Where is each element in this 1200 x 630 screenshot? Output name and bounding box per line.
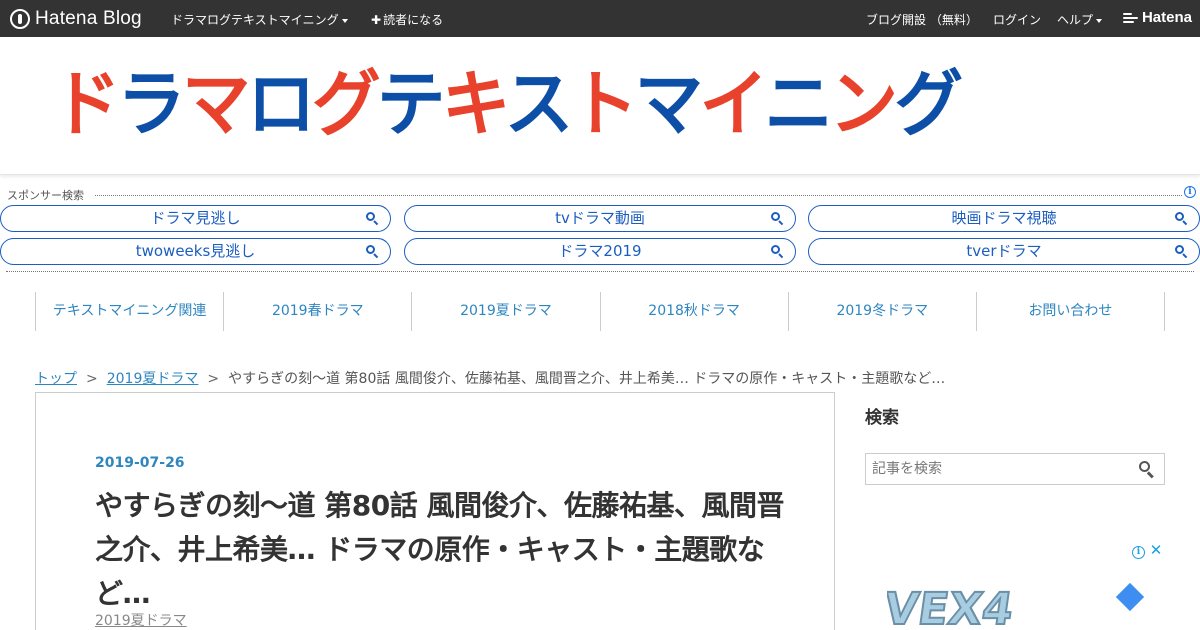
search-icon: [771, 212, 784, 226]
login-link[interactable]: ログイン: [993, 11, 1041, 28]
sponsor-search-link[interactable]: 映画ドラマ視聴: [808, 205, 1200, 232]
banner-title-char: ス: [504, 62, 574, 146]
hatena-mark-icon: [1122, 12, 1138, 24]
banner-title-char: テ: [376, 62, 446, 146]
ad-info-icon[interactable]: i: [1184, 186, 1196, 198]
nav-item-text-mining[interactable]: テキストマイニング関連: [36, 292, 225, 331]
breadcrumb: トップ >2019夏ドラマ > やすらぎの刻～道 第80話 風間俊介、佐藤祐基、風間晋…: [35, 368, 945, 388]
nav-item-2019-spring[interactable]: 2019春ドラマ: [224, 292, 413, 331]
search-icon[interactable]: [1139, 461, 1155, 479]
search-icon: [1175, 212, 1188, 226]
banner-title-char: イ: [699, 62, 768, 146]
banner-title-char: キ: [441, 62, 509, 146]
sponsor-search-label: スポンサー検索: [7, 187, 88, 203]
login-label: ログイン: [993, 13, 1042, 27]
sponsor-search-link[interactable]: tvドラマ動画: [404, 205, 796, 232]
hatena-logo[interactable]: Hatena: [1122, 9, 1192, 26]
help-dropdown[interactable]: ヘルプ: [1057, 11, 1103, 28]
banner-title-char: ロ: [246, 62, 316, 146]
sponsor-search-link[interactable]: tverドラマ: [808, 238, 1200, 265]
banner-title-char: マ: [634, 62, 704, 146]
blog-menu-dropdown[interactable]: ドラマログテキストマイニング: [171, 11, 348, 28]
divider: [95, 195, 1182, 196]
ad-info-icon[interactable]: i: [1132, 546, 1145, 559]
close-icon[interactable]: ✕: [1149, 543, 1163, 558]
breadcrumb-separator: >: [86, 371, 98, 387]
plus-icon: ✚: [371, 13, 382, 27]
blog-menu-label: ドラマログテキストマイニング: [171, 13, 339, 27]
banner-title-char: グ: [311, 62, 381, 146]
sponsor-search-link-label: twoweeks見逃し: [135, 242, 256, 260]
article-date[interactable]: 2019-07-26: [95, 455, 185, 471]
chevron-down-icon: [341, 18, 348, 23]
hatena-blog-logo[interactable]: Hatena Blog: [10, 7, 142, 31]
sidebar-search-form: [865, 453, 1165, 485]
search-icon: [1175, 245, 1188, 259]
sponsor-search-link[interactable]: twoweeks見逃し: [0, 238, 391, 265]
search-icon: [366, 212, 379, 226]
divider: [6, 271, 1194, 272]
ad-brand-text: VEX4: [887, 584, 1016, 630]
subscribe-label: 読者になる: [383, 13, 444, 27]
breadcrumb-category-link[interactable]: 2019夏ドラマ: [107, 371, 199, 387]
article-card: 2019-07-26 やすらぎの刻～道 第80話 風間俊介、佐藤祐基、風間晋之介…: [35, 392, 835, 630]
banner-title-char: マ: [181, 62, 251, 146]
search-icon: [366, 245, 379, 259]
search-icon: [771, 245, 784, 259]
sponsor-search-link-label: ドラマ2019: [558, 242, 642, 260]
ad-brand-logo: VEX4: [887, 583, 1017, 630]
open-blog-link[interactable]: ブログ開設 （無料）: [866, 11, 978, 28]
sponsor-search-link-label: tverドラマ: [966, 242, 1042, 260]
open-blog-label: ブログ開設 （無料）: [866, 13, 978, 27]
hatena-blog-brand-text: Hatena Blog: [35, 8, 142, 29]
help-label: ヘルプ: [1057, 13, 1094, 27]
breadcrumb-top-link[interactable]: トップ: [35, 371, 77, 387]
banner-title-char: ト: [569, 62, 639, 146]
hatena-logo-text: Hatena: [1141, 9, 1192, 26]
sponsor-search-link-label: 映画ドラマ視聴: [951, 209, 1057, 227]
blog-title-banner[interactable]: ドラマログテキストマイニング: [52, 59, 1103, 149]
hatena-blog-logo-icon: [10, 9, 30, 29]
nav-item-2019-winter[interactable]: 2019冬ドラマ: [789, 292, 977, 331]
nav-item-contact[interactable]: お問い合わせ: [977, 292, 1166, 331]
banner-title-char: ド: [52, 62, 121, 146]
hatena-global-header: Hatena Blog ドラマログテキストマイニング ✚ 読者になる ブログ開設 …: [0, 0, 1200, 37]
banner-title-char: ン: [829, 62, 898, 146]
chevron-down-icon: [1096, 18, 1103, 23]
sidebar-search-heading: 検索: [865, 408, 899, 428]
ad-diamond-icon: [1115, 582, 1145, 612]
sponsor-search-link[interactable]: ドラマ見逃し: [0, 205, 391, 232]
sponsor-search-link-label: ドラマ見逃し: [150, 209, 241, 227]
banner-title-char: ラ: [116, 62, 186, 146]
search-input[interactable]: [866, 454, 1132, 484]
breadcrumb-separator: >: [207, 371, 220, 387]
sidebar-ad[interactable]: i ✕ VEX4: [865, 540, 1165, 630]
breadcrumb-current: やすらぎの刻～道 第80話 風間俊介、佐藤祐基、風間晋之介、井上希美… ドラマの…: [228, 371, 946, 387]
subscribe-button[interactable]: ✚ 読者になる: [371, 11, 443, 28]
sponsor-search-link[interactable]: ドラマ2019: [404, 238, 796, 265]
blog-header: ドラマログテキストマイニング: [0, 37, 1200, 175]
article-category-link[interactable]: 2019夏ドラマ: [95, 610, 187, 630]
nav-item-2019-summer[interactable]: 2019夏ドラマ: [412, 292, 601, 331]
global-nav: テキストマイニング関連 2019春ドラマ 2019夏ドラマ 2018秋ドラマ 2…: [35, 292, 1166, 331]
banner-title-char: ニ: [764, 62, 833, 146]
sponsor-search-link-label: tvドラマ動画: [555, 209, 645, 227]
banner-title-char: グ: [894, 62, 963, 146]
nav-item-2018-autumn[interactable]: 2018秋ドラマ: [601, 292, 789, 331]
article-title[interactable]: やすらぎの刻～道 第80話 風間俊介、佐藤祐基、風間晋之介、井上希美… ドラマの…: [95, 484, 795, 616]
